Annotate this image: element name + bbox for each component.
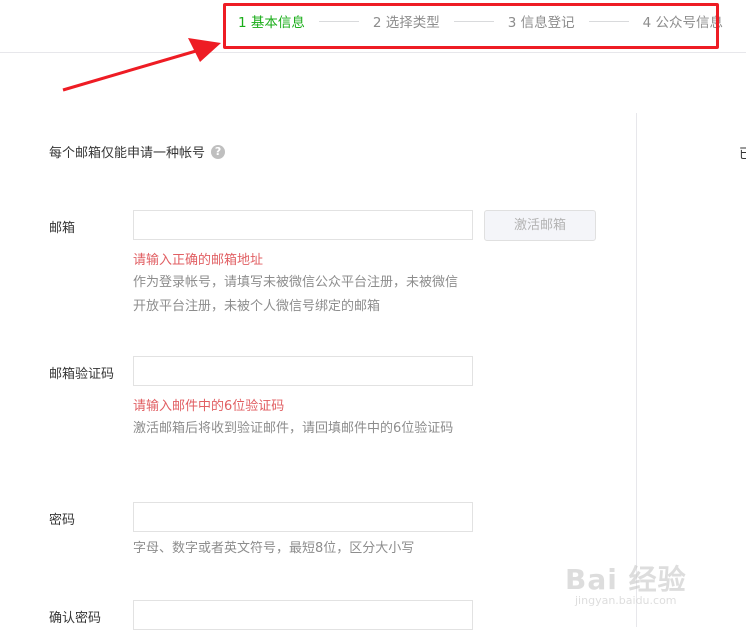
confirm-password-label: 确认密码 bbox=[49, 611, 102, 626]
email-tip: 作为登录帐号，请填写未被微信公众平台注册，未被微信开放平台注册，未被个人微信号绑… bbox=[133, 275, 459, 314]
email-error: 请输入正确的邮箱地址 bbox=[133, 253, 264, 268]
password-tip: 字母、数字或者英文符号，最短8位，区分大小写 bbox=[133, 541, 415, 556]
email-label: 邮箱 bbox=[49, 221, 76, 236]
password-input[interactable] bbox=[133, 502, 473, 532]
notice-text: 每个邮箱仅能申请一种帐号 bbox=[49, 146, 206, 161]
email-input[interactable] bbox=[133, 210, 473, 240]
email-notice: 每个邮箱仅能申请一种帐号 ? bbox=[49, 142, 226, 161]
verification-code-input[interactable] bbox=[133, 356, 473, 386]
column-divider bbox=[636, 113, 637, 627]
watermark: Bai 经验 jingyan.baidu.com bbox=[565, 558, 687, 607]
watermark-sub: jingyan.baidu.com bbox=[575, 594, 677, 607]
confirm-password-input[interactable] bbox=[133, 600, 473, 630]
activate-email-button[interactable]: 激活邮箱 bbox=[484, 210, 596, 241]
arrow-head bbox=[188, 38, 221, 62]
watermark-main: Bai 经验 bbox=[565, 563, 687, 596]
question-icon[interactable]: ? bbox=[211, 144, 226, 159]
code-error: 请输入邮件中的6位验证码 bbox=[133, 399, 285, 414]
code-tip: 激活邮箱后将收到验证邮件，请回填邮件中的6位验证码 bbox=[133, 421, 454, 436]
arrow-shaft bbox=[62, 49, 197, 92]
right-panel-text: 已 bbox=[739, 147, 746, 162]
password-label: 密码 bbox=[49, 513, 76, 528]
code-label: 邮箱验证码 bbox=[49, 367, 115, 382]
